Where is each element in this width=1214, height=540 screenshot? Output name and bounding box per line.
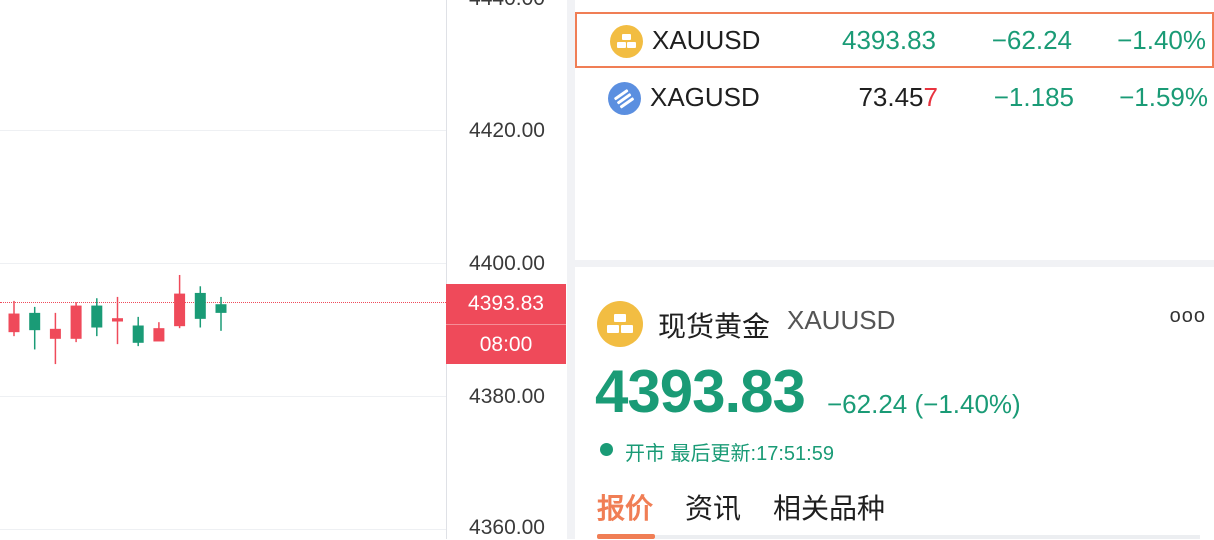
- instrument-name: 现货黄金: [658, 311, 771, 342]
- candlestick-chart[interactable]: [0, 0, 446, 539]
- y-tick: 4420.00: [469, 119, 545, 142]
- candle: [91, 298, 103, 337]
- candle-body: [29, 312, 41, 331]
- market-open-dot-icon: [600, 443, 613, 456]
- current-price: 4393.83: [595, 358, 806, 425]
- candle: [194, 286, 206, 328]
- y-tick: 4380.00: [469, 385, 545, 408]
- candle-body: [194, 292, 206, 319]
- watchlist-last-price: 4393.83: [842, 25, 936, 55]
- price-change: −62.24 (−1.40%): [827, 389, 1021, 419]
- price-axis[interactable]: 4440.00 4420.00 4400.00 4380.00 4360.00: [447, 0, 567, 539]
- market-status: 开市 最后更新:17:51:59: [625, 443, 834, 465]
- watchlist-change-percent: −1.59%: [1119, 82, 1208, 112]
- candle: [174, 274, 186, 329]
- y-tick: 4440.00: [447, 0, 567, 11]
- silver-bars-icon: [608, 82, 641, 115]
- watchlist-change: −62.24: [991, 25, 1072, 55]
- active-tab-indicator: [597, 534, 655, 539]
- candle-body: [49, 328, 61, 339]
- tab-quote[interactable]: 报价: [597, 487, 653, 527]
- more-options-icon[interactable]: ooo: [1170, 305, 1206, 328]
- candle: [112, 296, 123, 345]
- candle: [49, 312, 61, 365]
- tab-baseline: [655, 535, 1200, 539]
- candle-body: [215, 304, 227, 313]
- candle-body: [174, 293, 186, 327]
- gold-bar-icon: [610, 25, 643, 58]
- candle-body: [70, 305, 82, 339]
- candle-body: [153, 328, 165, 342]
- watchlist-symbol: XAUUSD: [652, 25, 761, 55]
- watchlist-row-xagusd[interactable]: XAGUSD 73.457 −1.185 −1.59%: [575, 71, 1214, 127]
- candle: [153, 322, 165, 342]
- last-price-tag: 4393.83 08:00: [446, 284, 566, 364]
- watchlist-change: −1.185: [993, 82, 1074, 112]
- tab-news[interactable]: 资讯: [685, 487, 741, 527]
- y-tick: 4400.00: [469, 252, 545, 275]
- candle-body: [132, 325, 144, 343]
- y-tick: 4360.00: [469, 516, 545, 539]
- watchlist-row-xauusd[interactable]: XAUUSD 4393.83 −62.24 −1.40%: [575, 12, 1214, 68]
- watchlist-last-price: 73.457: [858, 82, 938, 112]
- tab-related[interactable]: 相关品种: [773, 487, 885, 527]
- gold-bar-icon: [597, 301, 643, 347]
- candle-countdown: 08:00: [479, 333, 533, 356]
- watchlist-symbol: XAGUSD: [650, 82, 760, 112]
- candle: [215, 296, 227, 331]
- candle: [29, 306, 41, 350]
- quote-detail-card: 现货黄金 XAUUSD ooo 4393.83 −62.24 (−1.40%) …: [575, 267, 1214, 539]
- candle-body: [91, 305, 103, 328]
- watchlist-change-percent: −1.40%: [1117, 25, 1206, 55]
- candle: [70, 302, 82, 343]
- candle: [132, 316, 144, 347]
- right-panel: XAUUSD 4393.83 −62.24 −1.40% XAGUSD 73.4…: [567, 0, 1214, 539]
- last-price-value: 4393.83: [446, 284, 566, 325]
- candle-body: [112, 318, 123, 322]
- candles-layer: [8, 274, 227, 365]
- candle: [8, 300, 20, 337]
- watchlist: XAUUSD 4393.83 −62.24 −1.40% XAGUSD 73.4…: [575, 0, 1214, 260]
- instrument-code: XAUUSD: [787, 305, 896, 335]
- candle-body: [8, 313, 20, 333]
